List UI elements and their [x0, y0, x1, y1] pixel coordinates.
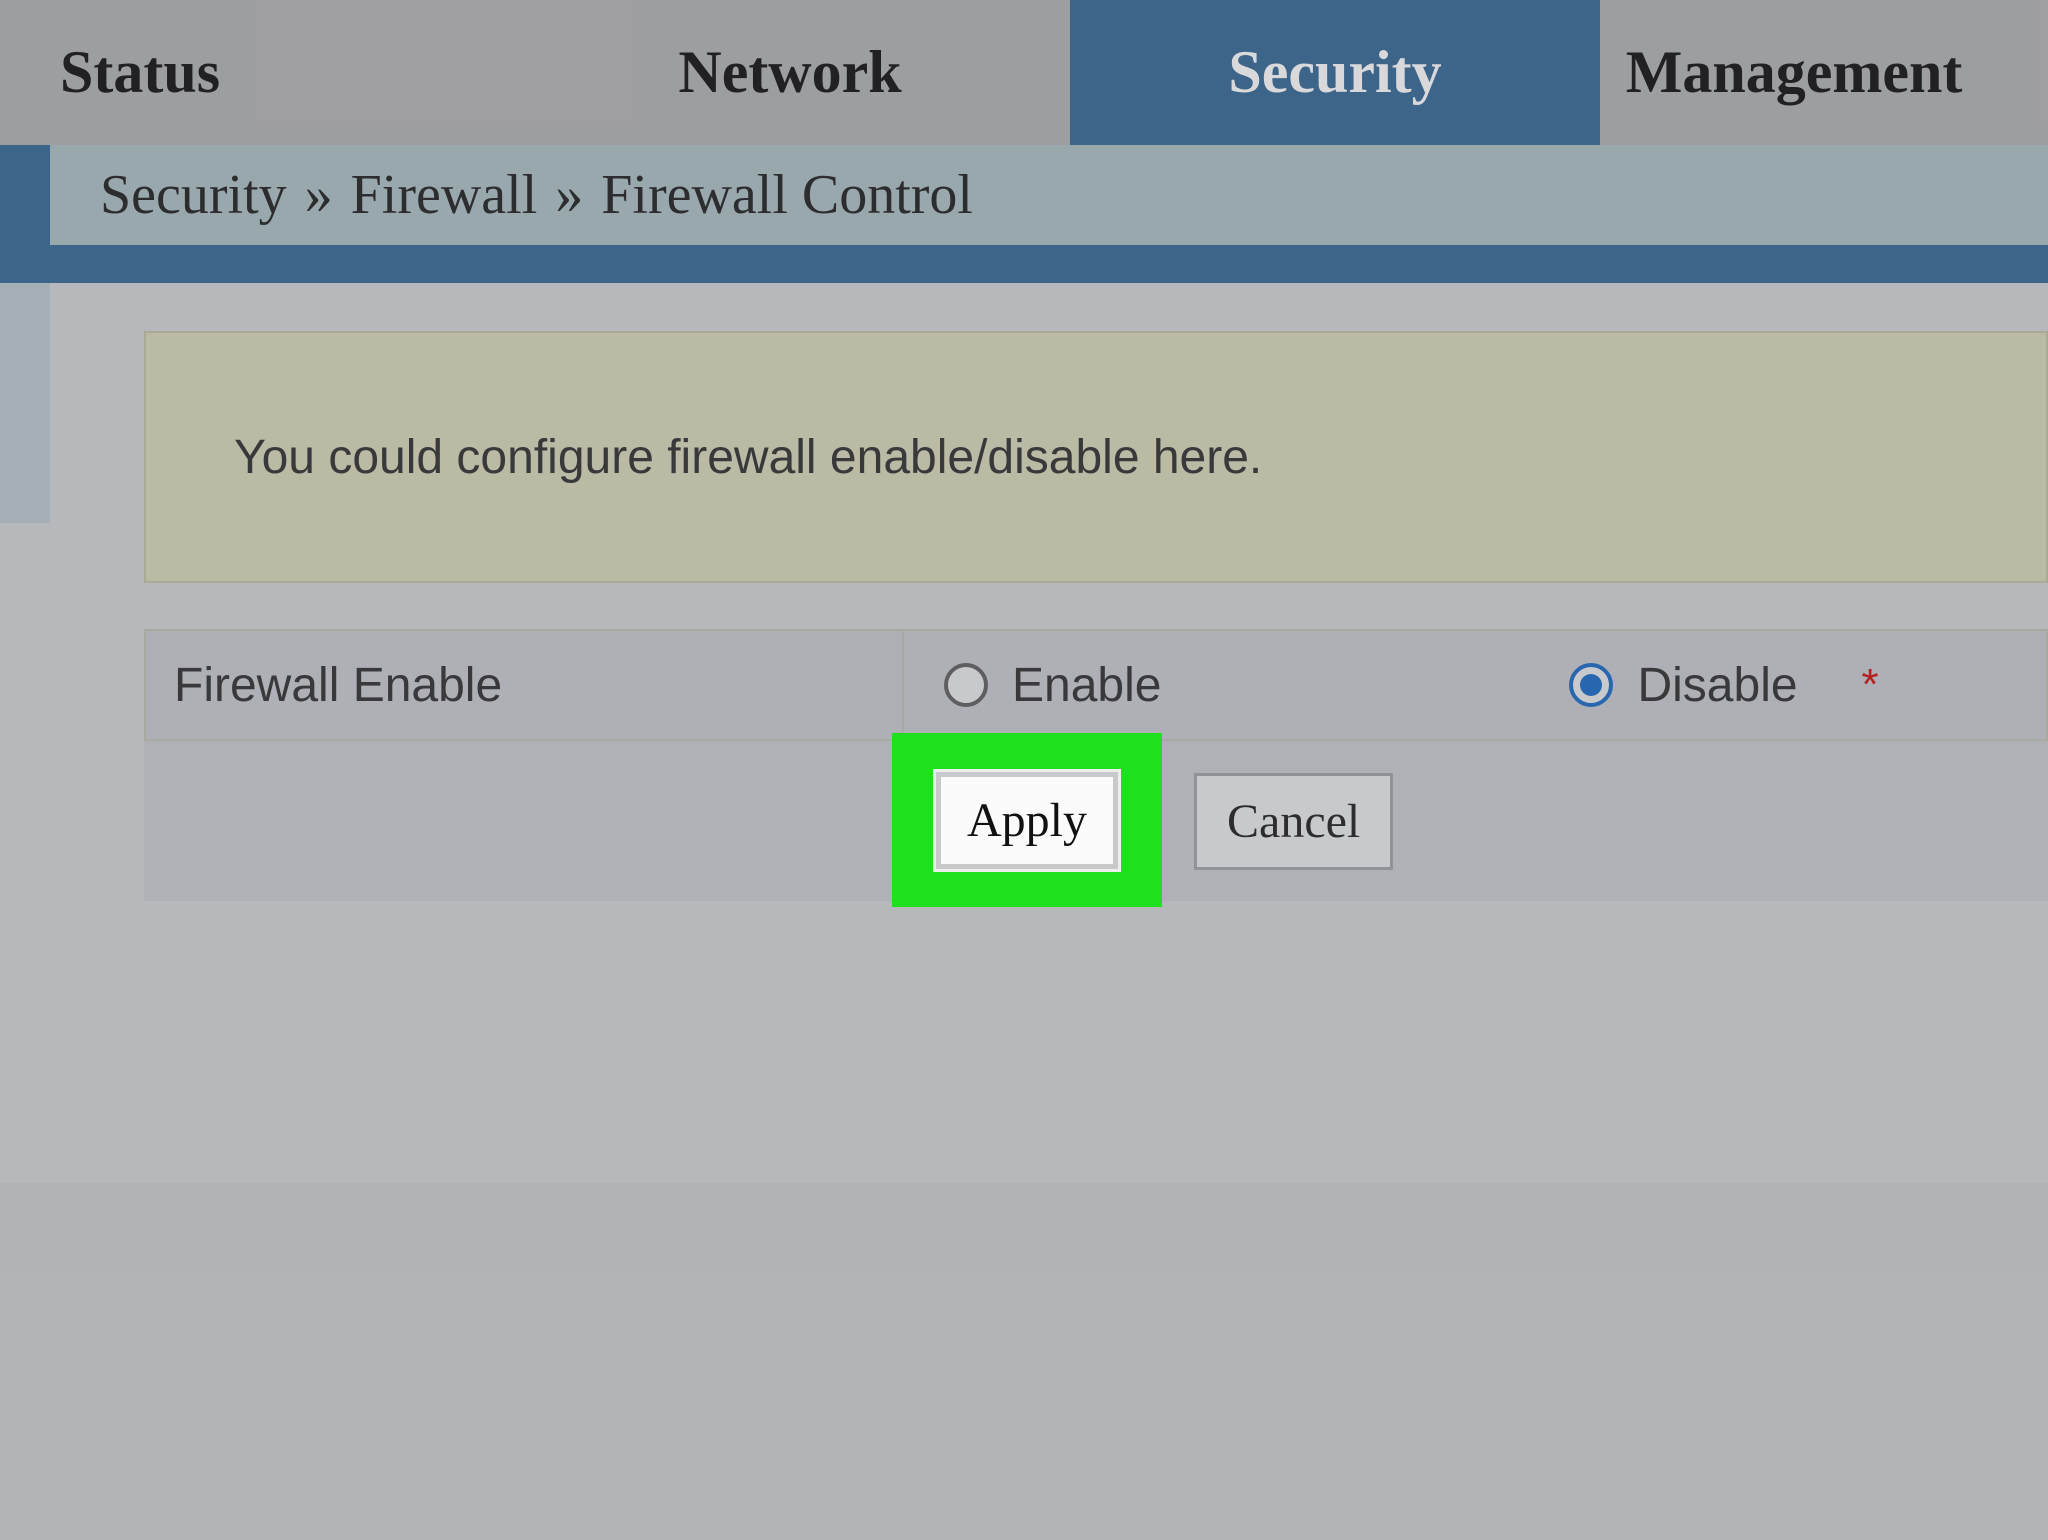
required-asterisk-icon: *: [1862, 660, 1879, 710]
radio-disable[interactable]: [1569, 663, 1613, 707]
firewall-enable-label: Firewall Enable: [144, 629, 904, 741]
breadcrumb-separator-icon: »: [555, 163, 583, 227]
apply-highlight: Apply: [892, 733, 1162, 907]
tab-label: Status: [60, 38, 220, 107]
info-text: You could configure firewall enable/disa…: [234, 430, 1262, 485]
content-area: You could configure firewall enable/disa…: [50, 283, 2048, 1183]
tab-network[interactable]: Network: [510, 0, 1070, 145]
tab-strip: Status Network Security Management: [0, 0, 2048, 145]
radio-enable[interactable]: [944, 663, 988, 707]
radio-disable-label: Disable: [1637, 658, 1797, 713]
breadcrumb-part-security[interactable]: Security: [100, 163, 287, 227]
breadcrumb: Security » Firewall » Firewall Control: [50, 145, 2048, 245]
breadcrumb-part-firewall[interactable]: Firewall: [351, 163, 538, 227]
radio-enable-label: Enable: [1012, 658, 1161, 713]
info-banner: You could configure firewall enable/disa…: [144, 331, 2048, 583]
firewall-enable-row: Firewall Enable Enable Disable *: [144, 629, 2048, 741]
cancel-button[interactable]: Cancel: [1194, 773, 1393, 870]
firewall-enable-options: Enable Disable *: [904, 629, 2048, 741]
breadcrumb-separator-icon: »: [305, 163, 333, 227]
tab-label: Network: [678, 38, 901, 107]
left-sidebar: [0, 283, 50, 1183]
tab-label: Security: [1228, 38, 1441, 107]
tab-security[interactable]: Security: [1070, 0, 1600, 145]
tab-label: Management: [1626, 38, 1963, 107]
button-row: Apply Cancel: [144, 741, 2048, 901]
breadcrumb-bar: Security » Firewall » Firewall Control: [0, 145, 2048, 283]
tab-management[interactable]: Management: [1600, 0, 2048, 145]
apply-button[interactable]: Apply: [936, 772, 1118, 869]
tab-status[interactable]: Status: [0, 0, 510, 145]
sidebar-accent: [0, 283, 50, 523]
breadcrumb-part-firewall-control: Firewall Control: [601, 163, 973, 227]
